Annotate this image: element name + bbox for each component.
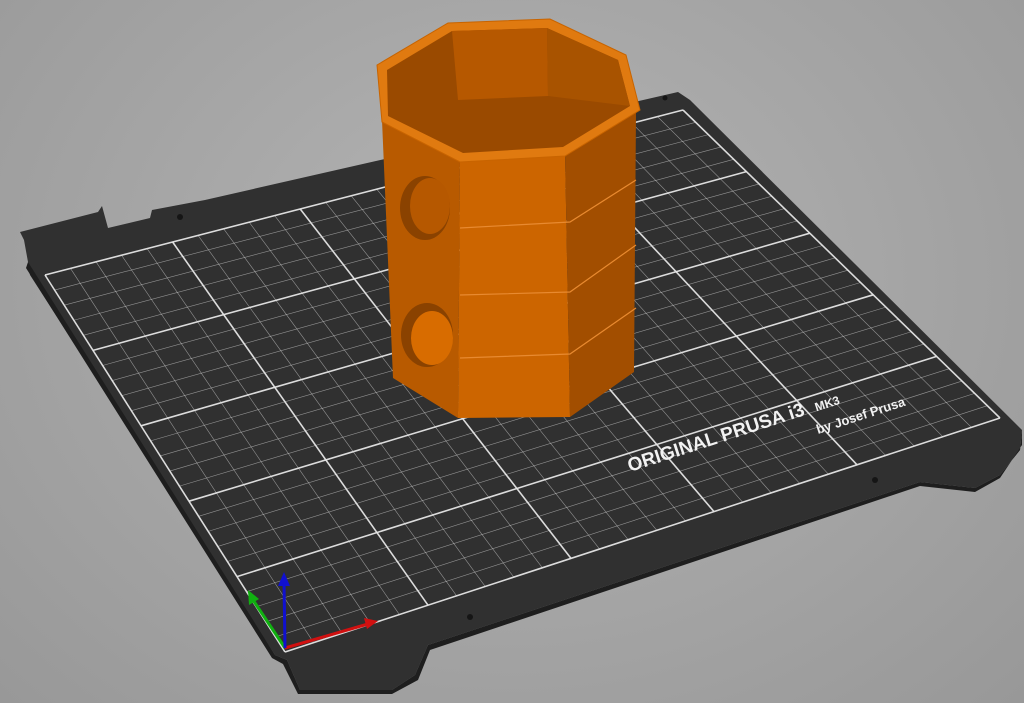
- scene[interactable]: ORIGINAL PRUSA i3 MK3 by Josef Prusa: [0, 0, 1024, 703]
- object-left-face: [382, 120, 460, 418]
- object-hole-bottom-inner: [411, 311, 453, 365]
- object-hole-top-inner: [410, 178, 450, 234]
- object-front-face: [458, 152, 570, 418]
- object-right-face: [565, 112, 636, 417]
- 3d-viewport[interactable]: ORIGINAL PRUSA i3 MK3 by Josef Prusa: [0, 0, 1024, 703]
- octagonal-cylinder-object[interactable]: [376, 18, 641, 418]
- object-interior-back: [452, 28, 548, 100]
- z-axis: [282, 581, 287, 649]
